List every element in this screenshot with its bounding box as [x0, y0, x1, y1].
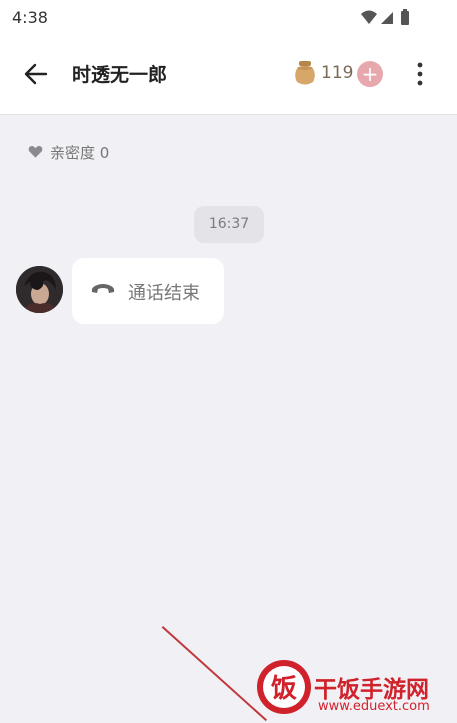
plus-icon: + [361, 62, 379, 86]
back-button[interactable] [22, 60, 50, 88]
watermark-logo-icon: 饭 [257, 660, 311, 714]
call-ended-message[interactable]: 通话结束 [72, 258, 224, 324]
coin-pot-icon [295, 61, 315, 85]
coin-balance[interactable]: 119 [293, 60, 353, 88]
intimacy-label: 亲密度 0 [50, 144, 110, 162]
more-vertical-icon [417, 62, 423, 86]
avatar-image [16, 266, 63, 313]
call-ended-text: 通话结束 [128, 283, 200, 304]
status-icons [359, 9, 419, 31]
coin-count: 119 [321, 63, 354, 83]
watermark-logo-char: 饭 [271, 674, 297, 704]
watermark-logo: 饭 [254, 655, 314, 719]
watermark-url: www.eduext.com [318, 699, 430, 714]
wifi-signal-battery-icon [361, 9, 409, 25]
more-options-button[interactable] [410, 58, 430, 90]
chat-title: 时透无一郎 [72, 64, 168, 86]
back-arrow-icon [24, 63, 48, 85]
phone-hangup-icon [91, 284, 115, 293]
heart-icon [28, 145, 43, 158]
recharge-plus-button[interactable]: + [357, 61, 383, 87]
watermark-line [161, 626, 268, 722]
chat-header: 时透无一郎 119 + [0, 34, 457, 115]
message-timestamp: 16:37 [194, 206, 264, 243]
status-bar: 4:38 [0, 0, 457, 34]
status-time: 4:38 [12, 8, 48, 27]
avatar[interactable] [16, 266, 63, 313]
